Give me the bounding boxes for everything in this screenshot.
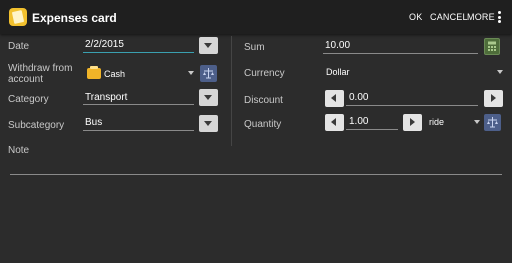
cancel-button[interactable]: CANCEL (430, 12, 468, 22)
currency-label: Currency (244, 68, 285, 79)
category-label: Category (8, 94, 49, 105)
column-divider (231, 36, 232, 146)
chevron-down-icon[interactable] (188, 71, 194, 75)
chevron-down-icon[interactable] (497, 70, 503, 74)
subcategory-label: Subcategory (8, 120, 65, 131)
category-dropdown-button[interactable] (199, 89, 218, 106)
date-picker-button[interactable] (199, 37, 218, 54)
category-field[interactable]: Transport (85, 92, 127, 103)
ok-button[interactable]: OK (409, 12, 422, 22)
more-button[interactable]: MORE (467, 12, 495, 22)
discount-label: Discount (244, 95, 283, 106)
scale-icon[interactable] (200, 65, 217, 82)
withdraw-label-line1: Withdraw from (8, 63, 73, 74)
page-title: Expenses card (32, 11, 117, 25)
quantity-field[interactable]: 1.00 (349, 116, 368, 127)
quantity-label: Quantity (244, 119, 282, 130)
date-label: Date (8, 41, 30, 52)
more-vert-icon[interactable] (498, 11, 502, 23)
subcategory-dropdown-button[interactable] (199, 115, 218, 132)
quantity-decrease-button[interactable] (325, 114, 344, 131)
sum-label: Sum (244, 42, 265, 53)
expenses-card-icon (9, 8, 27, 26)
category-underline (83, 104, 194, 105)
subcategory-underline (83, 130, 194, 131)
withdraw-label-line2: account (8, 74, 44, 85)
note-label: Note (8, 145, 30, 156)
scale-icon[interactable] (484, 114, 501, 131)
discount-underline (346, 105, 478, 106)
sum-field[interactable]: 10.00 (325, 40, 350, 51)
note-input-underline[interactable] (10, 174, 502, 175)
chevron-down-icon[interactable] (474, 120, 480, 124)
currency-select-value[interactable]: Dollar (326, 67, 350, 77)
calculator-icon[interactable] (484, 38, 500, 55)
unit-select-value[interactable]: ride (429, 117, 444, 127)
discount-decrease-button[interactable] (325, 90, 344, 107)
quantity-increase-button[interactable] (403, 114, 422, 131)
discount-field[interactable]: 0.00 (349, 92, 368, 103)
discount-increase-button[interactable] (484, 90, 503, 107)
sum-underline (323, 53, 478, 54)
account-select-value[interactable]: Cash (104, 69, 125, 79)
quantity-underline (346, 129, 398, 130)
date-underline (83, 52, 194, 53)
wallet-icon (87, 66, 101, 79)
date-field[interactable]: 2/2/2015 (85, 39, 124, 50)
subcategory-field[interactable]: Bus (85, 117, 102, 128)
